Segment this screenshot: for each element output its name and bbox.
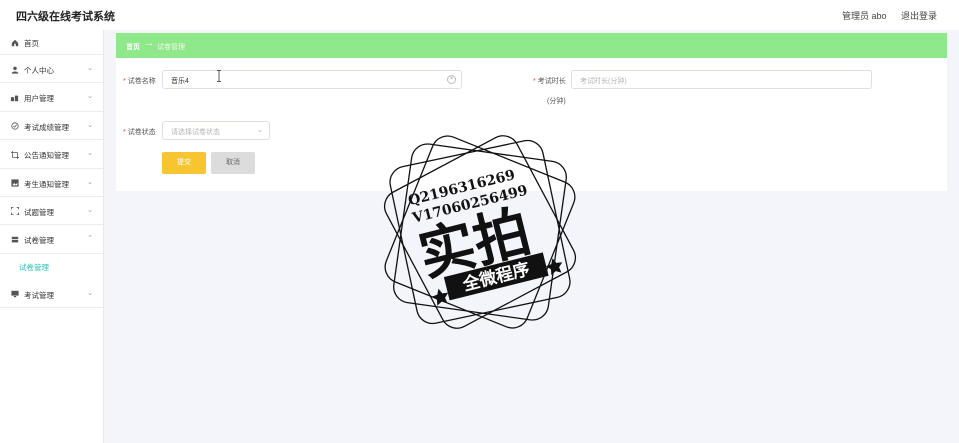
sidebar-item-home[interactable]: 首页 [0,30,103,55]
breadcrumb-arrow: → [144,38,154,49]
sidebar-item-label: 考试管理 [24,290,54,300]
sidebar-item-questions[interactable]: 试题管理 ⌄ [0,197,103,226]
top-right-actions: 管理员 abo 退出登录 [830,9,937,22]
user-icon [10,65,19,74]
sidebar-item-users[interactable]: 用户管理 ⌄ [0,83,103,112]
users-icon [10,93,19,102]
breadcrumb-current: 试卷管理 [157,44,185,51]
sidebar-item-student-notices[interactable]: 考生通知管理 ⌄ [0,169,103,197]
status-placeholder: 请选择试卷状态 [171,129,220,136]
sidebar-subitem-papers[interactable]: 试卷管理 [0,254,103,280]
sidebar-item-exams[interactable]: 考试管理 ⌄ [0,280,103,309]
stack-icon [10,235,19,244]
sidebar-item-label: 用户管理 [24,94,54,104]
monitor-icon [10,290,19,299]
paper-status-label: * 试卷状态 [123,129,156,136]
chevron-down-icon: ⌄ [87,206,93,214]
chevron-down-icon: ⌄ [87,93,93,101]
top-bar: 四六级在线考试系统 管理员 abo 退出登录 [0,0,959,30]
submit-button[interactable]: 提交 [162,152,206,174]
logout-link[interactable]: 退出登录 [901,11,937,21]
clear-icon[interactable]: × [447,75,456,84]
chevron-down-icon: ⌄ [87,121,93,129]
current-user: 管理员 abo [841,11,887,21]
image-icon [10,179,19,188]
sidebar-item-label: 个人中心 [24,66,54,75]
chevron-down-icon: ⌄ [87,65,93,72]
duration-unit-label: (分钟) [547,98,566,105]
sidebar-item-label: 试卷管理 [24,236,54,246]
watermark-stamp: Q2196316269 V17060256499 实拍 全微程序 [383,135,577,329]
sidebar-item-profile[interactable]: 个人中心 ⌄ [0,55,103,84]
sidebar-item-papers[interactable]: 试卷管理 ⌃ [0,225,103,254]
crop-icon [10,150,19,159]
sidebar-item-scores[interactable]: 考试成绩管理 ⌄ [0,112,103,141]
paper-status-select[interactable]: 请选择试卷状态 ⌄ [162,121,270,140]
sidebar-item-label: 首页 [24,39,39,48]
chevron-up-icon: ⌃ [87,235,93,243]
expand-icon [10,207,19,216]
app-title: 四六级在线考试系统 [16,11,115,23]
sidebar-item-label: 考生通知管理 [24,179,69,189]
duration-label: * 考试时长 [533,78,566,85]
chevron-down-icon: ⌄ [87,178,93,186]
cancel-button[interactable]: 取消 [211,152,255,174]
sidebar-item-label: 试题管理 [24,207,54,217]
score-icon [10,122,19,131]
home-icon [10,38,19,47]
chevron-down-icon: ⌄ [257,127,263,134]
chevron-down-icon: ⌄ [87,289,93,297]
sidebar-item-label: 公告通知管理 [24,151,69,161]
breadcrumb-home[interactable]: 首页 [126,42,140,52]
text-cursor-icon [217,70,221,82]
sidebar-item-announcements[interactable]: 公告通知管理 ⌄ [0,140,103,169]
sidebar-subitem-label: 试卷管理 [19,262,49,272]
paper-name-input[interactable]: 音乐4 × [162,70,462,89]
paper-name-label: * 试卷名称 [123,78,156,85]
paper-name-value: 音乐4 [171,78,189,85]
sidebar-item-label: 考试成绩管理 [24,122,69,132]
chevron-down-icon: ⌄ [87,150,93,158]
duration-placeholder: 考试时长(分钟) [580,78,627,85]
duration-input[interactable]: 考试时长(分钟) [571,70,872,89]
sidebar: 首页 个人中心 ⌄ 用户管理 ⌄ 考试成绩管理 ⌄ 公告通知管理 ⌄ 考生通知管… [0,30,104,443]
breadcrumb: 首页 → 试卷管理 [116,33,947,58]
